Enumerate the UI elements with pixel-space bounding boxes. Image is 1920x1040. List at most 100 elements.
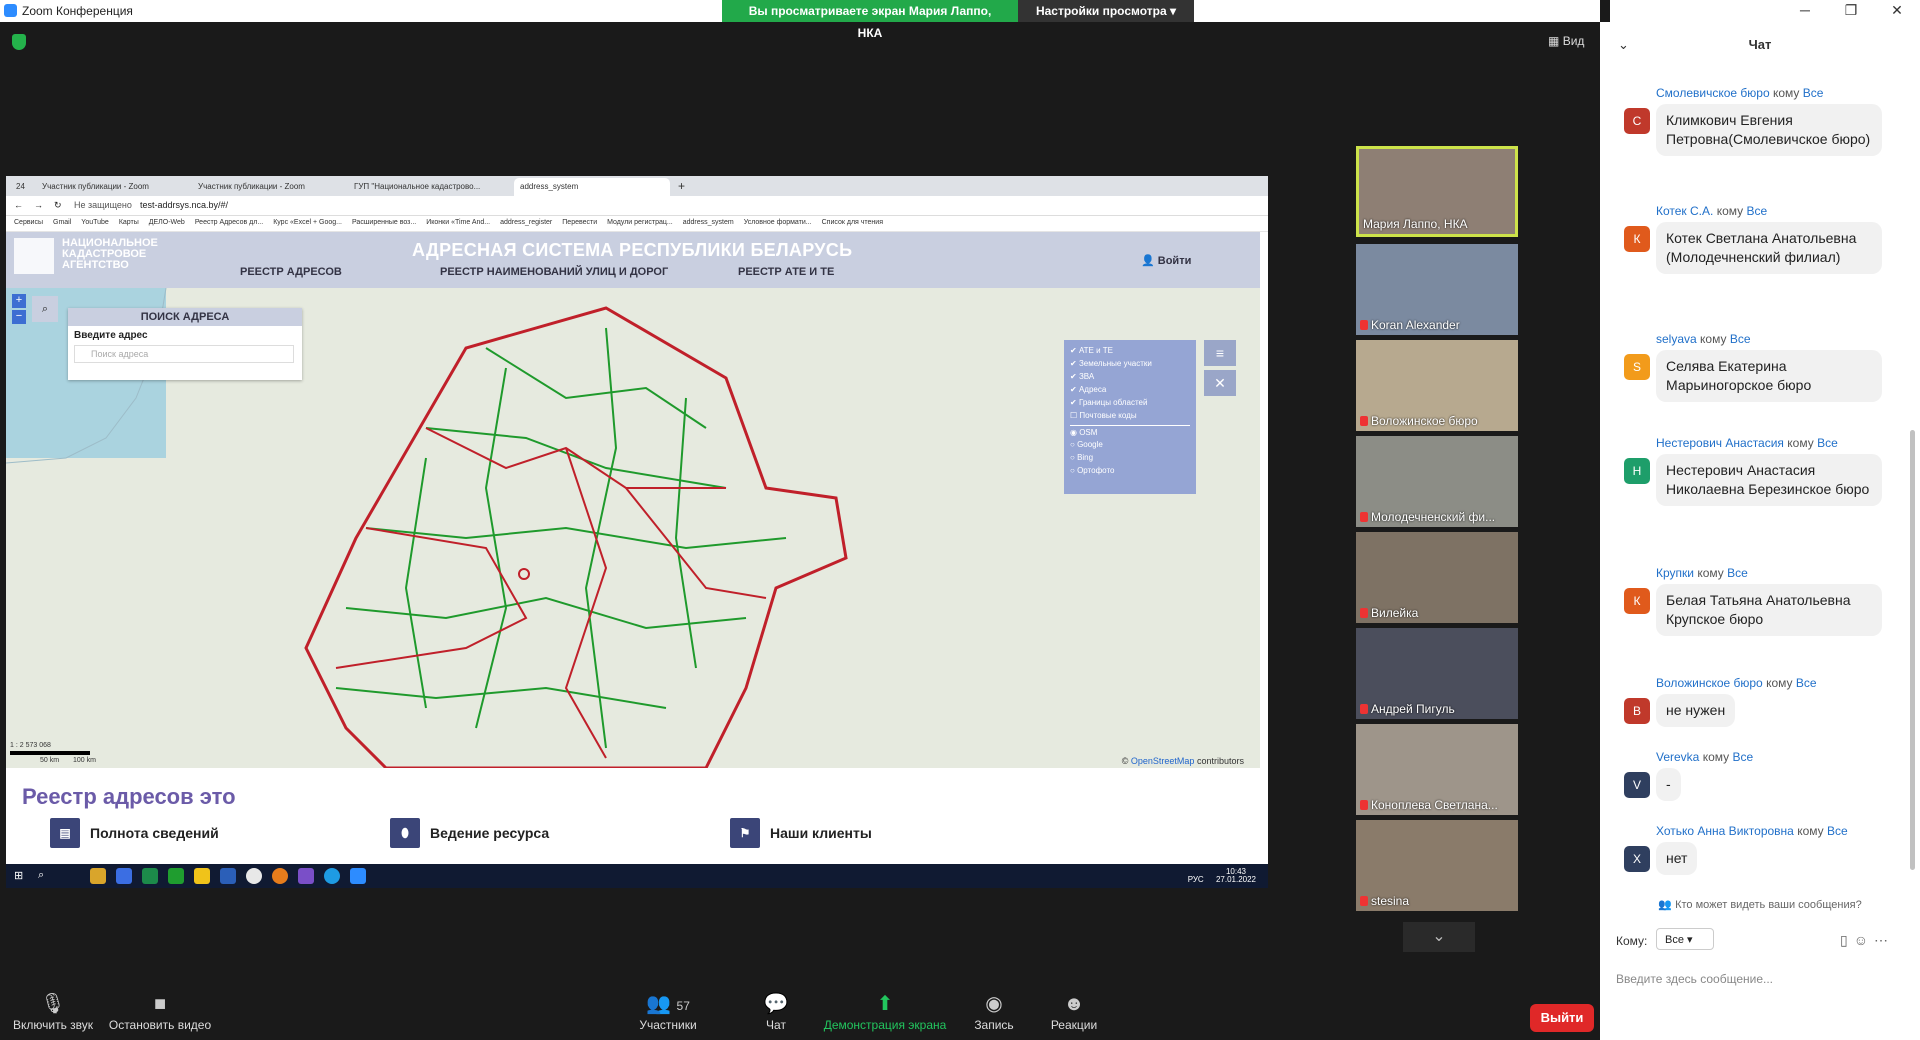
zoom-out-icon[interactable]: −	[12, 310, 26, 324]
viber-icon[interactable]	[298, 868, 314, 884]
nav-ate-registry[interactable]: РЕЕСТР АТЕ И ТЕ	[738, 266, 834, 278]
unmute-button[interactable]: 🎙 Включить звук	[10, 990, 96, 1032]
login-button[interactable]: 👤 Войти	[1141, 254, 1191, 267]
clock[interactable]: 10:43 27.01.2022	[1216, 868, 1256, 884]
sender-name[interactable]: Воложинское бюро	[1656, 676, 1763, 690]
layer-region-borders[interactable]: ✔ Границы областей	[1070, 396, 1190, 409]
bookmark[interactable]: Условное формати...	[744, 219, 812, 226]
address-search-input[interactable]: Поиск адреса	[74, 345, 294, 363]
shield-icon[interactable]	[12, 34, 26, 50]
bookmark[interactable]: YouTube	[81, 219, 109, 226]
basemap-bing[interactable]: ○ Bing	[1070, 451, 1190, 464]
layer-addresses[interactable]: ✔ Адреса	[1070, 383, 1190, 396]
new-tab-icon[interactable]: +	[674, 178, 694, 196]
chat-scrollbar[interactable]	[1910, 430, 1915, 870]
basemap-orthophoto[interactable]: ○ Ортофото	[1070, 464, 1190, 477]
zoom-in-icon[interactable]: +	[12, 294, 26, 308]
save-app-icon[interactable]	[116, 868, 132, 884]
bookmark[interactable]: Gmail	[53, 219, 71, 226]
bookmark[interactable]: Расширенные воз...	[352, 219, 416, 226]
layer-ate[interactable]: ✔ АТЕ и ТЕ	[1070, 344, 1190, 357]
browser-tab[interactable]: ГУП "Национальное кадастрово...	[348, 178, 508, 196]
browser-tab[interactable]: Участник публикации - Zoom	[36, 178, 186, 196]
participant-tile[interactable]: Koran Alexander	[1356, 244, 1518, 335]
tab-counter[interactable]: 24	[10, 178, 32, 196]
sender-name[interactable]: Хотько Анна Викторовна	[1656, 824, 1794, 838]
stop-video-button[interactable]: ■ Остановить видео	[108, 990, 212, 1032]
app-icon[interactable]	[194, 868, 210, 884]
forward-icon[interactable]: →	[34, 200, 43, 210]
sender-name[interactable]: Нестерович Анастасия	[1656, 436, 1784, 450]
bookmark[interactable]: address_register	[500, 219, 552, 226]
reactions-button[interactable]: ☻ Реакции	[1048, 990, 1100, 1032]
participants-button[interactable]: 👥 57 Участники	[636, 990, 700, 1032]
share-screen-button[interactable]: ⬆ Демонстрация экрана	[822, 990, 948, 1032]
windows-start-icon[interactable]: ⊞	[14, 869, 23, 882]
bookmark[interactable]: Курс «Excel + Goog...	[273, 219, 342, 226]
language-indicator[interactable]: РУС	[1188, 875, 1204, 884]
participant-tile[interactable]: stesina	[1356, 820, 1518, 911]
sender-name[interactable]: Котек С.А.	[1656, 204, 1713, 218]
bookmark[interactable]: Модули регистрац...	[607, 219, 673, 226]
scroll-down-tiles-icon[interactable]: ⌄	[1403, 922, 1475, 952]
nka-logo-icon[interactable]	[14, 238, 54, 274]
bookmark[interactable]: address_system	[683, 219, 734, 226]
sender-name[interactable]: selyava	[1656, 332, 1697, 346]
view-options-button[interactable]: Настройки просмотра ▾	[1018, 0, 1194, 22]
url-field[interactable]: test-addrsys.nca.by/#/	[140, 200, 228, 210]
folder-icon[interactable]	[90, 868, 106, 884]
not-secure-label[interactable]: Не защищено	[74, 200, 132, 210]
collapse-chevron-icon[interactable]: ⌄	[1618, 22, 1629, 68]
minimize-icon[interactable]: ─	[1782, 0, 1828, 22]
recipient-select[interactable]: Все ▾	[1656, 928, 1714, 950]
view-button[interactable]: ▦ Вид	[1548, 34, 1584, 48]
search-icon[interactable]: ⌕	[32, 296, 58, 322]
chat-message-input[interactable]: Введите здесь сообщение...	[1616, 972, 1773, 986]
reading-list[interactable]: Список для чтения	[822, 219, 883, 226]
skype-icon[interactable]	[324, 868, 340, 884]
nav-address-registry[interactable]: РЕЕСТР АДРЕСОВ	[240, 266, 342, 278]
word-icon[interactable]	[220, 868, 236, 884]
bookmark[interactable]: ДЕЛО-Web	[149, 219, 185, 226]
bookmark[interactable]: Иконки «Time And...	[426, 219, 490, 226]
maximize-icon[interactable]: ❐	[1828, 0, 1874, 22]
leave-meeting-button[interactable]: Выйти	[1530, 1004, 1594, 1032]
emoji-icon[interactable]: ☺	[1854, 932, 1874, 948]
app-icon[interactable]	[142, 868, 158, 884]
basemap-osm[interactable]: ◉ OSM	[1070, 425, 1190, 438]
layer-land-plots[interactable]: ✔ Земельные участки	[1070, 357, 1190, 370]
reload-icon[interactable]: ↻	[54, 200, 62, 211]
search-icon[interactable]: ⌕	[38, 869, 44, 882]
participant-tile[interactable]: Коноплева Светлана...	[1356, 724, 1518, 815]
file-icon[interactable]: ▯	[1840, 932, 1854, 948]
basemap-google[interactable]: ○ Google	[1070, 438, 1190, 451]
close-icon[interactable]: ✕	[1874, 0, 1920, 22]
layer-postal-codes[interactable]: ☐ Почтовые коды	[1070, 409, 1190, 422]
participant-tile[interactable]: Вилейка	[1356, 532, 1518, 623]
map-view[interactable]: + − ⌕ ПОИСК АДРЕСА Введите адрес Поиск а…	[6, 288, 1260, 768]
participant-tile-active-speaker[interactable]: Мария Лаппо, НКА	[1356, 146, 1518, 237]
bookmark[interactable]: Реестр Адресов дл...	[195, 219, 263, 226]
participant-tile[interactable]: Воложинское бюро	[1356, 340, 1518, 431]
bookmark[interactable]: Перевести	[562, 219, 597, 226]
chat-button[interactable]: 💬 Чат	[756, 990, 796, 1032]
who-can-see-link[interactable]: 👥 Кто может видеть ваши сообщения?	[1600, 898, 1920, 911]
browser-tab[interactable]: Участник публикации - Zoom	[192, 178, 342, 196]
record-button[interactable]: ◉ Запись	[970, 990, 1018, 1032]
app-icon[interactable]	[272, 868, 288, 884]
more-icon[interactable]: ⋯	[1874, 932, 1894, 948]
sender-name[interactable]: Крупки	[1656, 566, 1694, 580]
bookmark[interactable]: Карты	[119, 219, 139, 226]
chrome-icon[interactable]	[246, 868, 262, 884]
participant-tile[interactable]: Андрей Пигуль	[1356, 628, 1518, 719]
app-icon[interactable]	[168, 868, 184, 884]
participant-tile[interactable]: Молодечненский фи...	[1356, 436, 1518, 527]
layer-zva[interactable]: ✔ ЗВА	[1070, 370, 1190, 383]
sender-name[interactable]: Verevka	[1656, 750, 1699, 764]
nav-street-registry[interactable]: РЕЕСТР НАИМЕНОВАНИЙ УЛИЦ И ДОРОГ	[440, 266, 668, 278]
sender-name[interactable]: Смолевичское бюро	[1656, 86, 1770, 100]
close-layers-icon[interactable]: ✕	[1204, 370, 1236, 396]
zoom-taskbar-icon[interactable]	[350, 868, 366, 884]
bookmark[interactable]: Сервисы	[14, 219, 43, 226]
layers-stack-icon[interactable]: ≡	[1204, 340, 1236, 366]
